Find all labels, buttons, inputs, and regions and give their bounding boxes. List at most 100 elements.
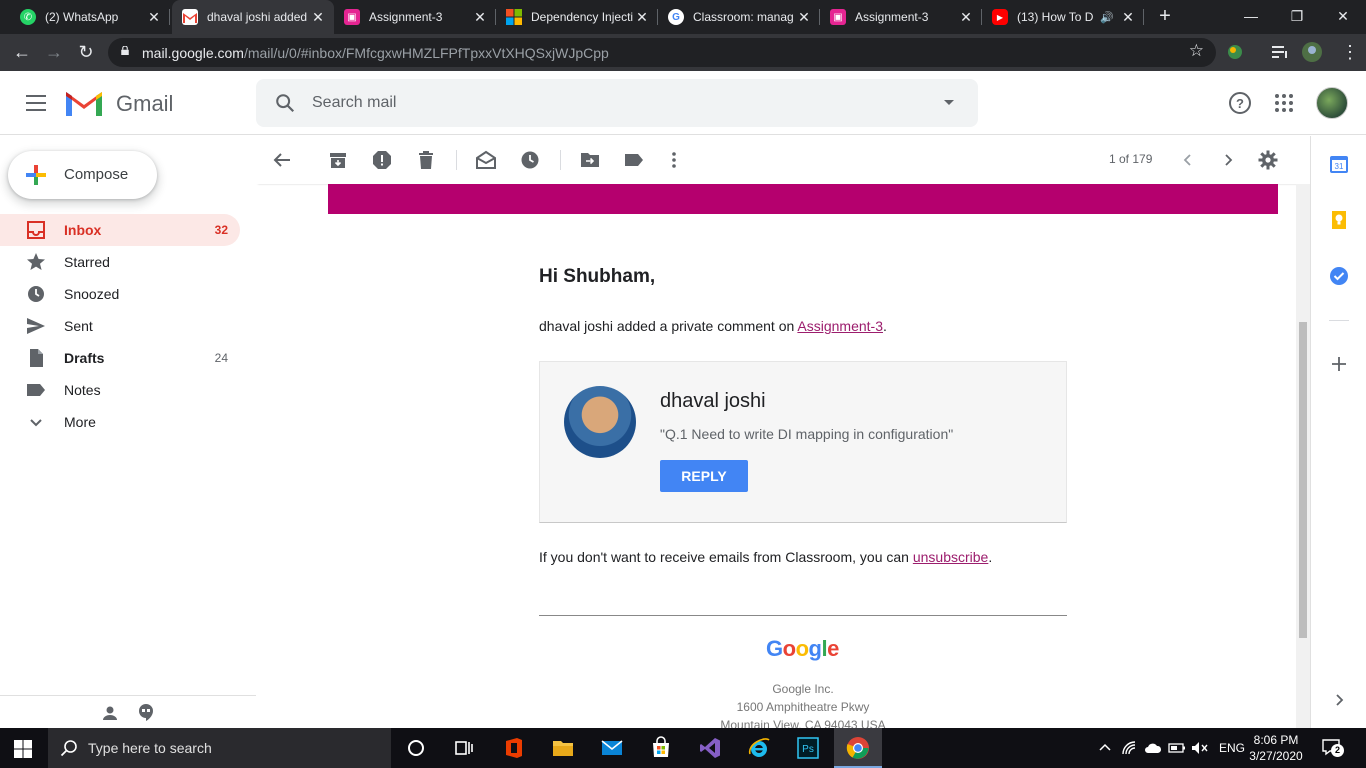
browser-tab-youtube[interactable]: ▶ (13) How To D 🔊 ✕ xyxy=(982,0,1144,34)
battery-icon[interactable] xyxy=(1168,740,1186,756)
office-icon[interactable] xyxy=(502,736,526,760)
settings-gear-icon[interactable] xyxy=(1258,150,1278,170)
gmail-logo-icon[interactable] xyxy=(64,88,104,118)
snooze-icon[interactable] xyxy=(520,150,540,170)
new-tab-button[interactable]: + xyxy=(1155,5,1175,29)
more-options-icon[interactable] xyxy=(664,150,684,170)
sidebar-item-inbox[interactable]: Inbox 32 xyxy=(0,214,240,246)
move-to-icon[interactable] xyxy=(580,150,600,170)
sidebar-item-starred[interactable]: Starred xyxy=(0,246,240,278)
browser-tab-assignment-3-second[interactable]: ▣ Assignment-3 ✕ xyxy=(820,0,982,34)
cortana-icon[interactable] xyxy=(404,736,428,760)
google-logo-letter: o xyxy=(795,636,809,661)
archive-icon[interactable] xyxy=(328,150,348,170)
wifi-icon[interactable] xyxy=(1121,740,1137,756)
close-tab-icon[interactable]: ✕ xyxy=(796,9,812,26)
taskbar-search xyxy=(48,728,391,768)
drafts-count: 24 xyxy=(214,351,228,365)
input-language[interactable]: ENG xyxy=(1219,728,1245,768)
sender-avatar xyxy=(564,386,636,458)
tasks-icon[interactable] xyxy=(1329,266,1349,286)
extension-icon[interactable] xyxy=(1225,42,1245,62)
apps-grid-icon[interactable] xyxy=(1272,91,1296,115)
audio-playing-icon[interactable]: 🔊 xyxy=(1100,11,1114,24)
get-addons-plus-icon[interactable] xyxy=(1329,354,1349,374)
chrome-menu-icon[interactable]: ⋮ xyxy=(1338,41,1362,65)
action-center-icon[interactable]: 2 xyxy=(1322,738,1344,758)
keep-icon[interactable] xyxy=(1329,210,1349,230)
back-button[interactable]: ← xyxy=(10,41,34,65)
notification-badge: 2 xyxy=(1331,744,1344,757)
reply-button[interactable]: REPLY xyxy=(660,460,748,492)
microsoft-store-icon[interactable] xyxy=(649,736,673,760)
google-logo-letter: o xyxy=(782,636,796,661)
expand-panel-chevron-icon[interactable] xyxy=(1329,690,1349,710)
google-address: Google Inc. 1600 Amphitheatre Pkwy Mount… xyxy=(720,682,886,728)
assignment-link[interactable]: Assignment-3 xyxy=(797,318,883,334)
delete-icon[interactable] xyxy=(416,150,436,170)
sidebar-item-snoozed[interactable]: Snoozed xyxy=(0,278,240,310)
show-hidden-icons-chevron-icon[interactable] xyxy=(1097,740,1113,756)
media-controls-icon[interactable] xyxy=(1270,42,1290,62)
volume-muted-icon[interactable] xyxy=(1191,740,1209,756)
browser-tab-classroom[interactable]: G Classroom: manag ✕ xyxy=(658,0,820,34)
photoshop-icon[interactable]: Ps xyxy=(796,736,820,760)
restore-button[interactable]: ❐ xyxy=(1274,0,1320,34)
newer-chevron-left-icon[interactable] xyxy=(1178,150,1198,170)
close-tab-icon[interactable]: ✕ xyxy=(1120,9,1136,26)
sidebar-item-sent[interactable]: Sent xyxy=(0,310,240,342)
profile-avatar[interactable] xyxy=(1302,42,1322,62)
hangouts-icon[interactable] xyxy=(138,704,154,722)
close-tab-icon[interactable]: ✕ xyxy=(310,9,326,26)
svg-text:31: 31 xyxy=(1335,162,1344,171)
browser-tab-dependency-injection[interactable]: Dependency Injecti ✕ xyxy=(496,0,658,34)
close-tab-icon[interactable]: ✕ xyxy=(472,9,488,26)
search-input[interactable] xyxy=(312,91,912,115)
browser-tab-assignment-3[interactable]: ▣ Assignment-3 ✕ xyxy=(334,0,496,34)
internet-explorer-icon[interactable] xyxy=(747,736,771,760)
scrollbar-thumb[interactable] xyxy=(1299,322,1307,638)
search-options-icon[interactable] xyxy=(944,100,954,105)
search-icon[interactable] xyxy=(274,92,296,114)
chevron-down-icon xyxy=(30,419,42,427)
sidebar-item-notes[interactable]: Notes xyxy=(0,374,240,406)
report-spam-icon[interactable] xyxy=(372,150,392,170)
browser-tab-gmail[interactable]: dhaval joshi added ✕ xyxy=(172,0,334,34)
contacts-person-icon[interactable] xyxy=(102,705,118,721)
unsubscribe-link[interactable]: unsubscribe xyxy=(913,549,989,565)
chrome-icon xyxy=(846,737,869,759)
inbox-unread-count: 32 xyxy=(214,223,228,237)
help-icon[interactable]: ? xyxy=(1228,91,1252,115)
address-bar[interactable]: mail.google.com/mail/u/0/#inbox/FMfcgxwH… xyxy=(108,38,1216,67)
mark-unread-icon[interactable] xyxy=(476,150,496,170)
visual-studio-icon[interactable] xyxy=(698,736,722,760)
sidebar-item-more[interactable]: More xyxy=(0,406,240,438)
onedrive-cloud-icon[interactable] xyxy=(1144,740,1162,756)
taskbar-search-input[interactable] xyxy=(88,739,368,757)
older-chevron-right-icon[interactable] xyxy=(1218,150,1238,170)
close-window-button[interactable]: ✕ xyxy=(1320,0,1366,34)
system-clock[interactable]: 8:06 PM 3/27/2020 xyxy=(1244,732,1308,764)
close-tab-icon[interactable]: ✕ xyxy=(634,9,650,26)
labels-icon[interactable] xyxy=(624,150,644,170)
mail-app-icon[interactable] xyxy=(600,736,624,760)
bookmark-star-icon[interactable]: ☆ xyxy=(1189,41,1204,61)
minimize-button[interactable]: — xyxy=(1228,0,1274,34)
account-avatar[interactable] xyxy=(1316,87,1348,119)
close-tab-icon[interactable]: ✕ xyxy=(146,9,162,26)
calendar-icon[interactable]: 31 xyxy=(1329,154,1349,174)
file-explorer-icon[interactable] xyxy=(551,736,575,760)
back-to-inbox-icon[interactable] xyxy=(272,150,292,170)
email-scrollbar[interactable] xyxy=(1296,184,1310,728)
reload-button[interactable]: ↻ xyxy=(74,41,98,65)
forward-button[interactable]: → xyxy=(42,41,66,65)
compose-button[interactable]: Compose xyxy=(8,151,157,199)
chrome-taskbar-button[interactable] xyxy=(834,728,882,768)
browser-tab-whatsapp[interactable]: ✆ (2) WhatsApp ✕ xyxy=(10,0,170,34)
main-menu-icon[interactable] xyxy=(26,95,46,111)
pagination-label: 1 of 179 xyxy=(1109,152,1153,166)
windows-start-icon[interactable] xyxy=(14,740,32,758)
close-tab-icon[interactable]: ✕ xyxy=(958,9,974,26)
task-view-icon[interactable] xyxy=(452,736,476,760)
sidebar-item-drafts[interactable]: Drafts 24 xyxy=(0,342,240,374)
